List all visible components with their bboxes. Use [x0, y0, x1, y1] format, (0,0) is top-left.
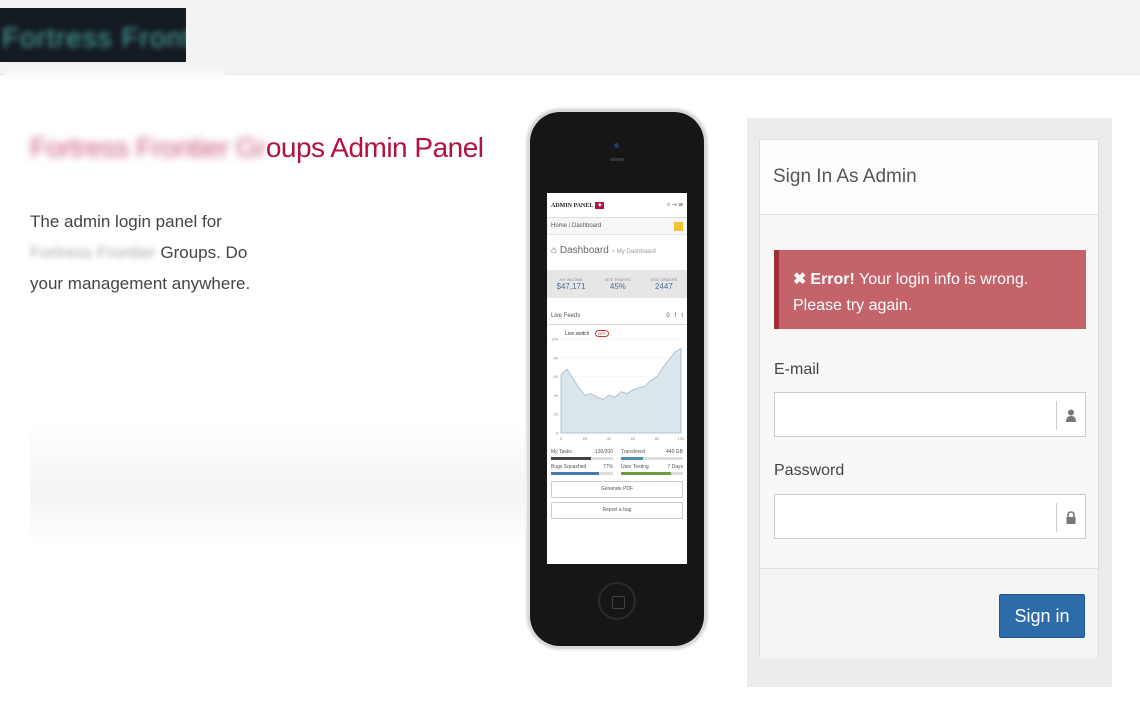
email-label: E-mail: [774, 361, 820, 378]
email-field-wrap: [774, 392, 1086, 437]
progress-fill: [551, 472, 599, 475]
login-title: Sign In As Admin: [760, 140, 1098, 215]
phone-home-button: [598, 582, 636, 620]
background-swoosh: [30, 420, 540, 545]
y-tick-label: 80: [554, 355, 559, 360]
screen-progress: My Tasks 130/200 Transfered 440 GB Bugs …: [547, 447, 687, 477]
screen-warning-icon: [674, 221, 683, 231]
screen-crumb-text: Home / Dashboard: [551, 223, 602, 229]
screen-chart: 0 20 40 60 80 100 0 20 40 60 80 100 Live switch OFF: [547, 325, 687, 447]
error-strong: Error!: [810, 271, 855, 288]
login-footer: Sign in: [760, 568, 1098, 658]
screen-breadcrumb: Home / Dashboard: [547, 218, 687, 235]
x-tick-label: 100: [678, 436, 685, 441]
logo-text: Fortress Frontier Groups: [2, 22, 186, 53]
screen-header: ADMIN PANEL ✦ ⌕ ⇥ ☰: [547, 193, 687, 218]
x-tick-label: 20: [583, 436, 588, 441]
live-switch-toggle: OFF: [595, 330, 609, 337]
password-field-wrap: [774, 494, 1086, 539]
desc-start: The admin login panel for: [30, 212, 222, 231]
screen-page-title: ⌂ Dashboard > My Dashboard: [551, 245, 656, 256]
login-panel: Sign In As Admin ✖ Error! Your login info…: [759, 139, 1099, 658]
page-title: Fortress Frontier Groups Admin Panel: [30, 132, 484, 164]
y-tick-label: 0: [556, 431, 559, 436]
progress-fill: [621, 457, 643, 460]
x-tick-label: 80: [655, 436, 660, 441]
page-description: The admin login panel for Fortress Front…: [30, 206, 265, 299]
logo[interactable]: Fortress Frontier Groups: [0, 8, 186, 62]
logo-shadow: [5, 62, 225, 82]
title-blurred: Fortress Frontier Gr: [30, 132, 266, 163]
progress-transfered: Transfered 440 GB: [621, 449, 683, 460]
phone-camera: [614, 143, 619, 148]
title-visible: oups Admin Panel: [265, 132, 484, 163]
area-series: [560, 347, 682, 434]
y-tick-label: 20: [554, 412, 559, 417]
report-bug-button: Report a bug: [551, 502, 683, 519]
generate-pdf-button: Generate PDF: [551, 481, 683, 498]
screen-tabs: Live Feeds 0 f t: [547, 308, 687, 325]
sign-in-button[interactable]: Sign in: [999, 594, 1085, 638]
x-tick-label: 0: [560, 436, 563, 441]
desc-blurred: Fortress Frontier: [30, 243, 161, 262]
progress-fill: [621, 472, 671, 475]
progress-my-tasks: My Tasks 130/200: [551, 449, 613, 460]
screen-stats: MY INCOME $47,171 SITE TRAFFIC 45% SITE OR…: [547, 270, 687, 298]
x-tick-label: 40: [607, 436, 612, 441]
stat-orders: SITE ORDERS 2447: [650, 277, 678, 291]
tab-live-feeds: Live Feeds: [551, 313, 581, 319]
screen-header-icons: ⌕ ⇥ ☰: [667, 201, 683, 208]
email-field[interactable]: [775, 393, 1055, 436]
area-chart: 0 20 40 60 80 100 0 20 40 60 80 100: [551, 337, 685, 442]
live-switch-label: Live switch: [565, 331, 590, 337]
progress-fill: [551, 457, 592, 460]
error-alert: ✖ Error! Your login info is wrong. Please…: [774, 250, 1086, 329]
phone-screen: ADMIN PANEL ✦ ⌕ ⇥ ☰ Home / Dashboard ⌂ Da…: [547, 193, 687, 564]
phone-speaker: [610, 158, 624, 161]
stat-traffic: SITE TRAFFIC 45%: [604, 277, 632, 291]
screen-brand: ADMIN PANEL ✦: [551, 201, 605, 209]
phone-mockup: ADMIN PANEL ✦ ⌕ ⇥ ☰ Home / Dashboard ⌂ Da…: [530, 112, 704, 646]
tab-icons: 0 f t: [666, 313, 683, 319]
x-tick-label: 60: [631, 436, 636, 441]
progress-bugs: Bugs Squashed 77%: [551, 464, 613, 475]
user-icon: [1056, 401, 1085, 430]
password-field[interactable]: [775, 495, 1055, 538]
password-label: Password: [774, 462, 845, 479]
close-icon: ✖: [793, 271, 807, 288]
y-tick-label: 40: [554, 393, 559, 398]
y-tick-label: 60: [554, 374, 559, 379]
progress-user-testing: User Testing 7 Days: [621, 464, 683, 475]
lock-icon: [1056, 503, 1085, 532]
stat-income: MY INCOME $47,171: [556, 277, 586, 291]
y-tick-label: 100: [551, 337, 558, 342]
